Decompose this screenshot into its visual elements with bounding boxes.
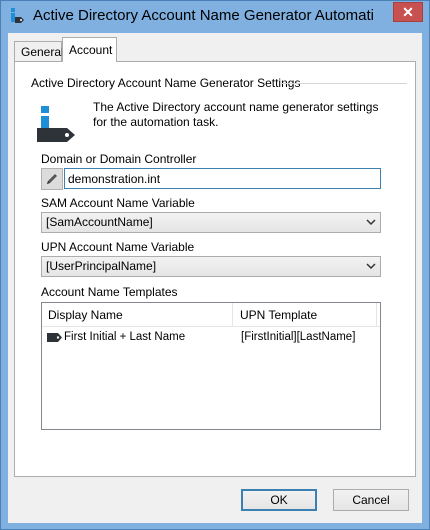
upn-selected-value: [UserPrincipalName] [46, 259, 157, 273]
row-upn-template: [FirstInitial][LastName] [241, 331, 356, 343]
dialog-window: Active Directory Account Name Generator … [0, 0, 430, 530]
list-header: Display Name UPN Template [42, 303, 380, 327]
chevron-down-icon [366, 263, 376, 270]
title-bar[interactable]: Active Directory Account Name Generator … [1, 1, 429, 33]
upn-label: UPN Account Name Variable [41, 240, 195, 254]
templates-list[interactable]: Display Name UPN Template First Initial … [41, 302, 381, 430]
dialog-client: General Account Active Directory Account… [8, 33, 422, 523]
sam-label: SAM Account Name Variable [41, 196, 195, 210]
group-title: Active Directory Account Name Generator … [31, 76, 305, 90]
window-title: Active Directory Account Name Generator … [33, 7, 374, 24]
domain-label: Domain or Domain Controller [41, 152, 197, 166]
cancel-button[interactable]: Cancel [333, 489, 409, 511]
chevron-down-icon [366, 219, 376, 226]
pencil-icon [47, 174, 57, 184]
close-button[interactable]: ✕ [393, 2, 423, 22]
column-header-display-name[interactable]: Display Name [48, 308, 123, 322]
column-divider[interactable] [376, 303, 377, 327]
upn-select[interactable]: [UserPrincipalName] [41, 256, 381, 277]
ad-tag-icon [11, 8, 24, 23]
sam-select[interactable]: [SamAccountName] [41, 212, 381, 233]
column-divider[interactable] [232, 303, 233, 327]
sam-selected-value: [SamAccountName] [46, 215, 153, 229]
group-description: The Active Directory account name genera… [93, 100, 379, 129]
ok-button[interactable]: OK [241, 489, 317, 511]
tag-icon [47, 333, 62, 342]
group-divider [280, 83, 407, 84]
info-tag-icon [37, 106, 75, 142]
column-header-upn-template[interactable]: UPN Template [240, 308, 317, 322]
domain-input[interactable] [64, 168, 381, 189]
row-display-name: First Initial + Last Name [64, 331, 186, 343]
account-tab-panel: Active Directory Account Name Generator … [14, 61, 416, 477]
templates-label: Account Name Templates [41, 285, 178, 299]
tab-general[interactable]: General [14, 41, 64, 61]
list-item[interactable]: First Initial + Last Name [FirstInitial]… [42, 329, 380, 347]
tab-account[interactable]: Account [62, 37, 117, 62]
edit-domain-button[interactable] [41, 168, 63, 190]
